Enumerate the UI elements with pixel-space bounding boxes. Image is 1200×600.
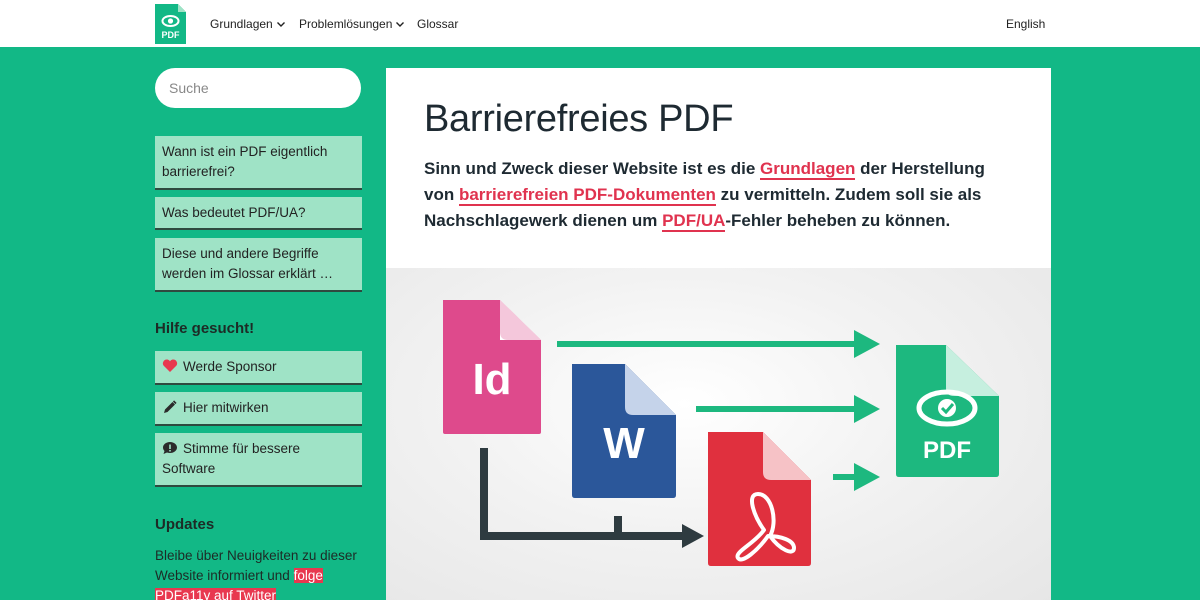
indesign-file-icon: Id xyxy=(443,300,541,434)
green-arrowhead-icon xyxy=(854,463,880,491)
nav-glossar[interactable]: Glossar xyxy=(417,16,458,32)
vote-software-label: Stimme für bessere Software xyxy=(162,441,301,476)
nav-grundlagen-label: Grundlagen xyxy=(210,17,273,31)
illustration-svg: Id W PDF xyxy=(443,300,999,566)
sponsor-link[interactable]: Werde Sponsor xyxy=(155,351,362,385)
acrobat-file-icon xyxy=(708,432,811,566)
top-navigation: PDF Grundlagen Problemlösungen Glossar E… xyxy=(0,0,1200,47)
language-switch[interactable]: English xyxy=(1006,16,1045,32)
main-content-card: Barrierefreies PDF Sinn und Zweck dieser… xyxy=(386,68,1051,600)
intro-text-4: -Fehler beheben zu können. xyxy=(725,211,951,230)
language-label: English xyxy=(1006,17,1046,31)
logo-text: PDF xyxy=(162,30,181,40)
sidebar-link-barrierefrei[interactable]: Wann ist ein PDF eigentlich barrierefrei… xyxy=(155,136,362,190)
updates-text: Bleibe über Neuigkeiten zu dieser Websit… xyxy=(155,548,357,583)
chevron-down-icon xyxy=(276,22,285,27)
heart-icon xyxy=(162,359,178,372)
help-heading: Hilfe gesucht! xyxy=(155,320,255,337)
dark-arrowhead-icon xyxy=(682,524,704,548)
sidebar-link-label: Was bedeutet PDF/UA? xyxy=(162,205,306,220)
search-input[interactable] xyxy=(155,68,361,108)
nav-grundlagen[interactable]: Grundlagen xyxy=(210,16,286,32)
sidebar-link-label: Diese und andere Begriffe werden im Glos… xyxy=(162,246,334,281)
sponsor-label: Werde Sponsor xyxy=(183,359,277,374)
updates-paragraph: Bleibe über Neuigkeiten zu dieser Websit… xyxy=(155,546,365,600)
nav-problemloesungen-label: Problemlösungen xyxy=(299,17,393,31)
link-barrierefreie-pdf[interactable]: barrierefreien PDF-Dokumenten xyxy=(458,185,716,206)
nav-glossar-label: Glossar xyxy=(417,17,459,31)
page-title: Barrierefreies PDF xyxy=(424,98,734,140)
chevron-down-icon xyxy=(396,22,405,27)
nav-problemloesungen[interactable]: Problemlösungen xyxy=(299,16,405,32)
pdf-file-label: PDF xyxy=(923,437,971,464)
updates-heading: Updates xyxy=(155,516,215,533)
intro-paragraph: Sinn und Zweck dieser Website ist es die… xyxy=(424,156,1014,234)
pdf-logo-icon[interactable]: PDF xyxy=(155,4,186,44)
sidebar-link-glossar[interactable]: Diese und andere Begriffe werden im Glos… xyxy=(155,238,362,292)
sidebar-link-pdfua[interactable]: Was bedeutet PDF/UA? xyxy=(155,197,362,230)
link-pdfua[interactable]: PDF/UA xyxy=(662,211,726,232)
word-label: W xyxy=(603,419,645,468)
contribute-label: Hier mitwirken xyxy=(183,400,269,415)
comment-icon xyxy=(163,442,177,454)
green-arrowhead-icon xyxy=(854,395,880,423)
intro-text-1: Sinn und Zweck dieser Website ist es die xyxy=(424,159,761,178)
conversion-illustration: Id W PDF xyxy=(386,268,1051,600)
vote-software-link[interactable]: Stimme für bessere Software xyxy=(155,433,362,487)
indesign-label: Id xyxy=(472,355,511,404)
green-arrowhead-icon xyxy=(854,330,880,358)
word-file-icon: W xyxy=(572,364,676,498)
sidebar-link-label: Wann ist ein PDF eigentlich barrierefrei… xyxy=(162,144,328,179)
link-grundlagen[interactable]: Grundlagen xyxy=(760,159,856,180)
pen-icon xyxy=(164,400,177,413)
contribute-link[interactable]: Hier mitwirken xyxy=(155,392,362,426)
accessible-pdf-file-icon: PDF xyxy=(896,345,999,477)
